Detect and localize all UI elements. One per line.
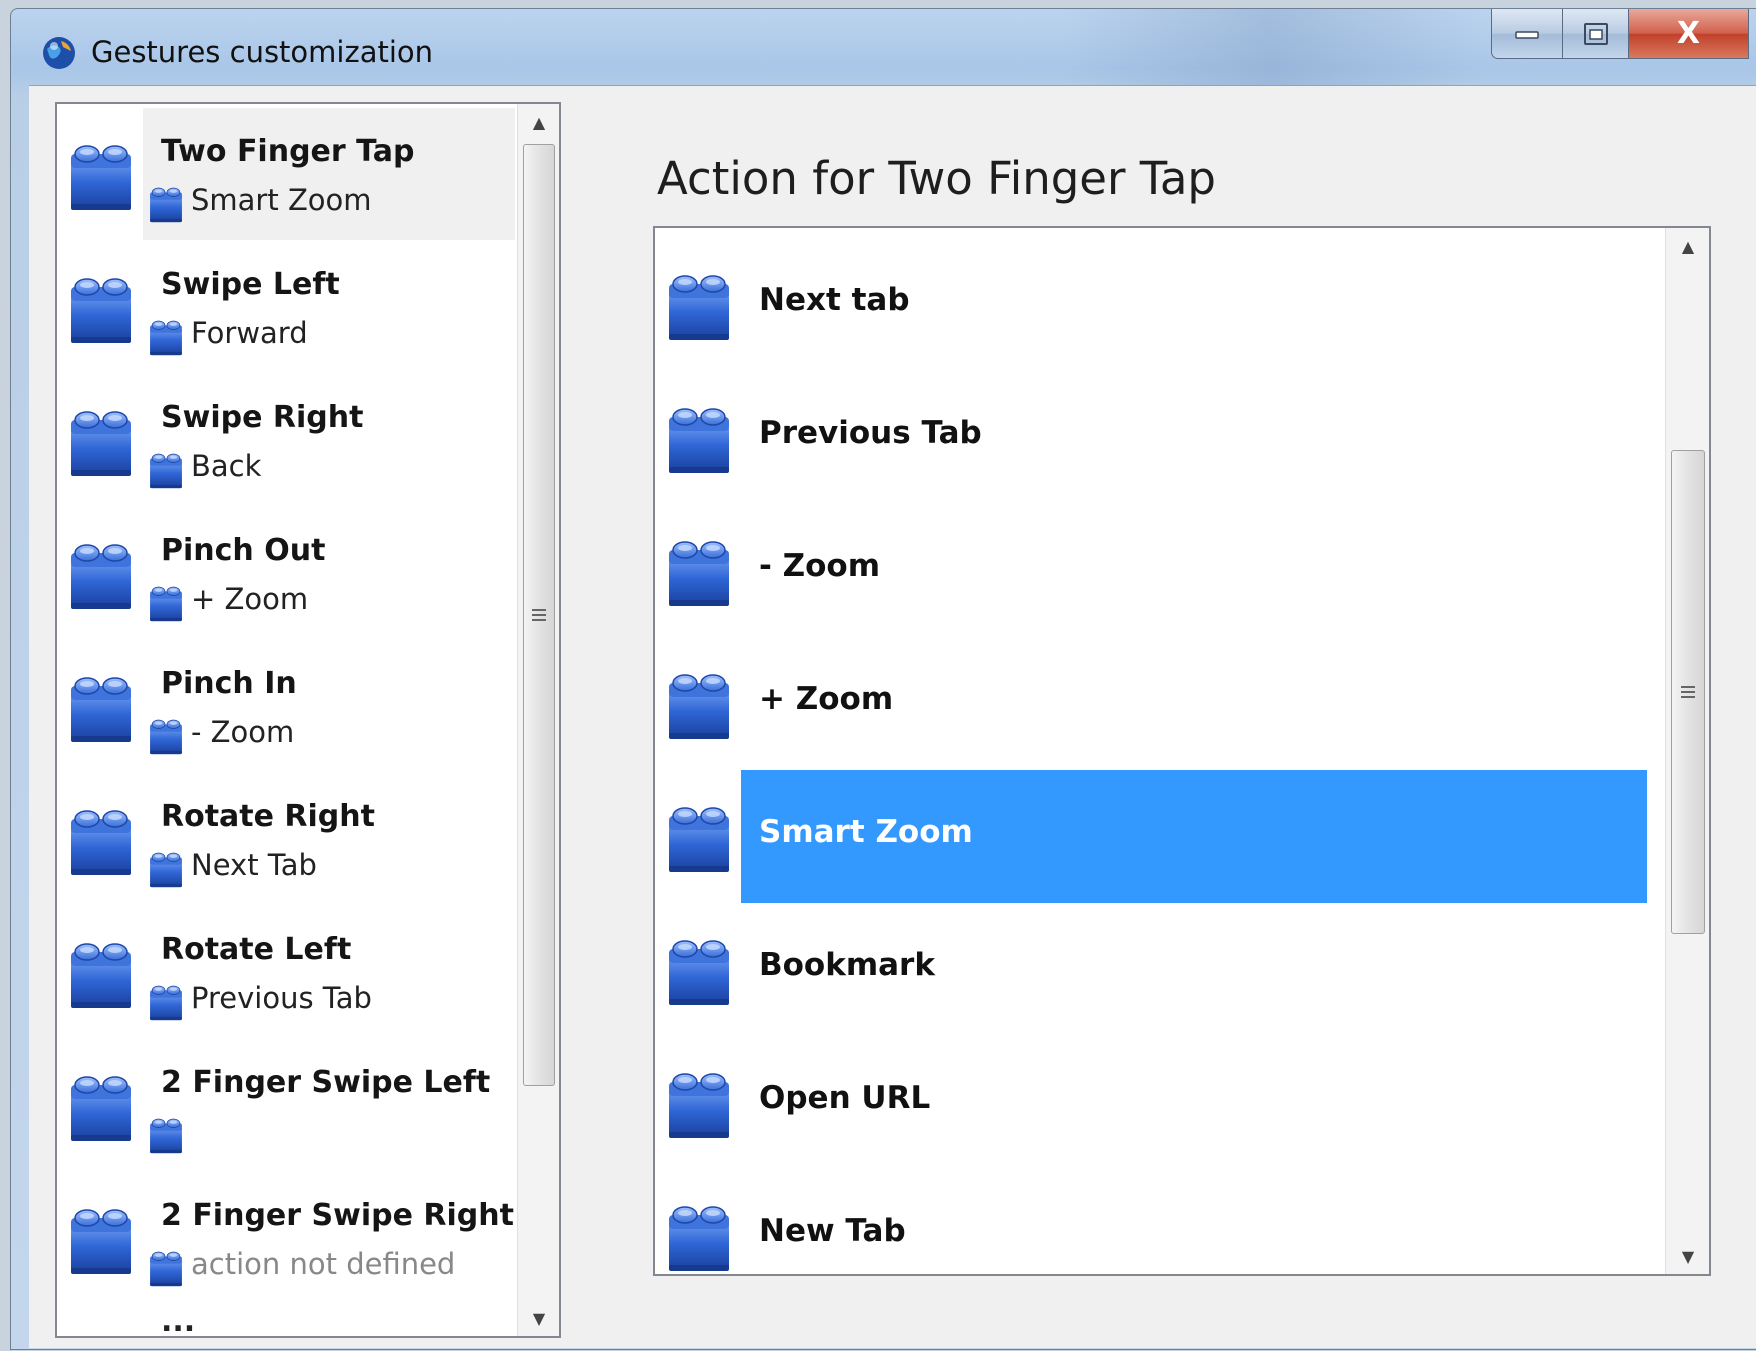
gesture-list-scrollbar[interactable]: ▲ ▼ <box>517 104 559 1336</box>
brick-icon <box>69 672 133 744</box>
more-items-indicator: ... <box>161 1304 196 1338</box>
action-item-zoom-out[interactable]: - Zoom <box>655 504 1657 637</box>
gesture-name: 2 Finger Swipe Right <box>161 1198 514 1233</box>
brick-icon <box>69 406 133 478</box>
scroll-thumb[interactable] <box>1671 450 1705 934</box>
action-item-zoom-in[interactable]: + Zoom <box>655 637 1657 770</box>
window-controls: X <box>1491 9 1749 61</box>
action-item-smart-zoom[interactable]: Smart Zoom <box>655 770 1657 903</box>
action-list[interactable]: Next tab Previous Tab - Zoom + Zoom Smar… <box>653 226 1711 1276</box>
minimize-icon <box>1515 30 1539 39</box>
action-heading: Action for Two Finger Tap <box>657 152 1216 205</box>
gesture-action: action not defined <box>191 1247 456 1281</box>
action-label: - Zoom <box>759 548 881 584</box>
gesture-item-two-finger-tap[interactable]: Two Finger Tap Smart Zoom <box>57 106 517 240</box>
title-bar[interactable]: Gestures customization X <box>11 9 1756 89</box>
action-label: + Zoom <box>759 681 894 717</box>
brick-icon <box>667 935 731 1007</box>
action-item-next-tab[interactable]: Next tab <box>655 238 1657 371</box>
globe-icon <box>43 37 75 69</box>
brick-icon <box>69 1071 133 1143</box>
action-label: Smart Zoom <box>759 814 973 850</box>
brick-icon <box>149 450 183 490</box>
gesture-item-rotate-right[interactable]: Rotate Right Next Tab <box>57 771 517 904</box>
gesture-action: Previous Tab <box>191 981 372 1015</box>
action-item-new-tab[interactable]: New Tab <box>655 1169 1657 1276</box>
gesture-item-pinch-out[interactable]: Pinch Out + Zoom <box>57 505 517 638</box>
action-item-partial[interactable] <box>655 228 1657 237</box>
close-button[interactable]: X <box>1629 9 1749 59</box>
brick-icon <box>149 184 183 224</box>
action-label: Previous Tab <box>759 415 982 451</box>
gesture-action: Back <box>191 449 262 483</box>
brick-icon <box>149 716 183 756</box>
grip-icon <box>532 609 546 621</box>
brick-icon <box>149 317 183 357</box>
maximize-button[interactable] <box>1563 9 1629 59</box>
scroll-up-arrow-icon[interactable]: ▲ <box>1666 228 1709 264</box>
brick-icon <box>69 539 133 611</box>
action-item-previous-tab[interactable]: Previous Tab <box>655 371 1657 504</box>
window-title: Gestures customization <box>91 35 434 69</box>
brick-icon <box>667 669 731 741</box>
action-label: Next tab <box>759 282 910 318</box>
gesture-name: 2 Finger Swipe Left <box>161 1065 491 1100</box>
brick-icon <box>667 1201 731 1273</box>
action-label: Bookmark <box>759 947 935 983</box>
brick-icon <box>69 938 133 1010</box>
gesture-action: Forward <box>191 316 308 350</box>
scroll-thumb[interactable] <box>523 144 555 1086</box>
brick-icon <box>667 536 731 608</box>
brick-icon <box>149 1115 183 1155</box>
brick-icon <box>149 583 183 623</box>
brick-icon <box>69 273 133 345</box>
brick-icon <box>667 1068 731 1140</box>
gesture-name: Swipe Left <box>161 267 340 302</box>
gesture-item-2-finger-swipe-right[interactable]: 2 Finger Swipe Right action not defined <box>57 1170 517 1303</box>
gesture-item-rotate-left[interactable]: Rotate Left Previous Tab <box>57 904 517 1037</box>
close-icon: X <box>1676 16 1701 51</box>
scroll-down-arrow-icon[interactable]: ▼ <box>518 1300 559 1336</box>
gesture-name: Pinch In <box>161 666 297 701</box>
gesture-name: Rotate Right <box>161 799 375 834</box>
brick-icon <box>667 270 731 342</box>
action-item-open-url[interactable]: Open URL <box>655 1036 1657 1169</box>
gesture-item-2-finger-swipe-left[interactable]: 2 Finger Swipe Left <box>57 1037 517 1170</box>
client-area: Two Finger Tap Smart Zoom Swipe Left For… <box>29 85 1756 1348</box>
gesture-item-swipe-left[interactable]: Swipe Left Forward <box>57 239 517 372</box>
gesture-item-pinch-in[interactable]: Pinch In - Zoom <box>57 638 517 771</box>
action-label: Open URL <box>759 1080 931 1116</box>
action-label: New Tab <box>759 1213 906 1249</box>
brick-icon <box>69 140 133 212</box>
scroll-up-arrow-icon[interactable]: ▲ <box>518 104 559 140</box>
gesture-name: Two Finger Tap <box>161 134 415 169</box>
gesture-action: - Zoom <box>191 715 295 749</box>
maximize-icon <box>1583 22 1608 45</box>
brick-icon <box>149 849 183 889</box>
brick-icon <box>667 403 731 475</box>
action-list-scrollbar[interactable]: ▲ ▼ <box>1665 228 1709 1274</box>
gestures-window: Gestures customization X Two Finger Tap … <box>10 8 1756 1350</box>
grip-icon <box>1681 686 1695 698</box>
gesture-item-swipe-right[interactable]: Swipe Right Back <box>57 372 517 505</box>
gesture-action: Next Tab <box>191 848 317 882</box>
gesture-action: + Zoom <box>191 582 309 616</box>
action-item-bookmark[interactable]: Bookmark <box>655 903 1657 1036</box>
brick-icon <box>149 982 183 1022</box>
gesture-action: Smart Zoom <box>191 183 372 217</box>
gesture-list[interactable]: Two Finger Tap Smart Zoom Swipe Left For… <box>55 102 561 1338</box>
brick-icon <box>667 802 731 874</box>
gesture-name: Swipe Right <box>161 400 364 435</box>
scroll-down-arrow-icon[interactable]: ▼ <box>1666 1238 1709 1274</box>
brick-icon <box>69 1204 133 1276</box>
brick-icon <box>69 805 133 877</box>
minimize-button[interactable] <box>1491 9 1563 59</box>
gesture-name: Pinch Out <box>161 533 326 568</box>
gesture-name: Rotate Left <box>161 932 352 967</box>
brick-icon <box>149 1248 183 1288</box>
